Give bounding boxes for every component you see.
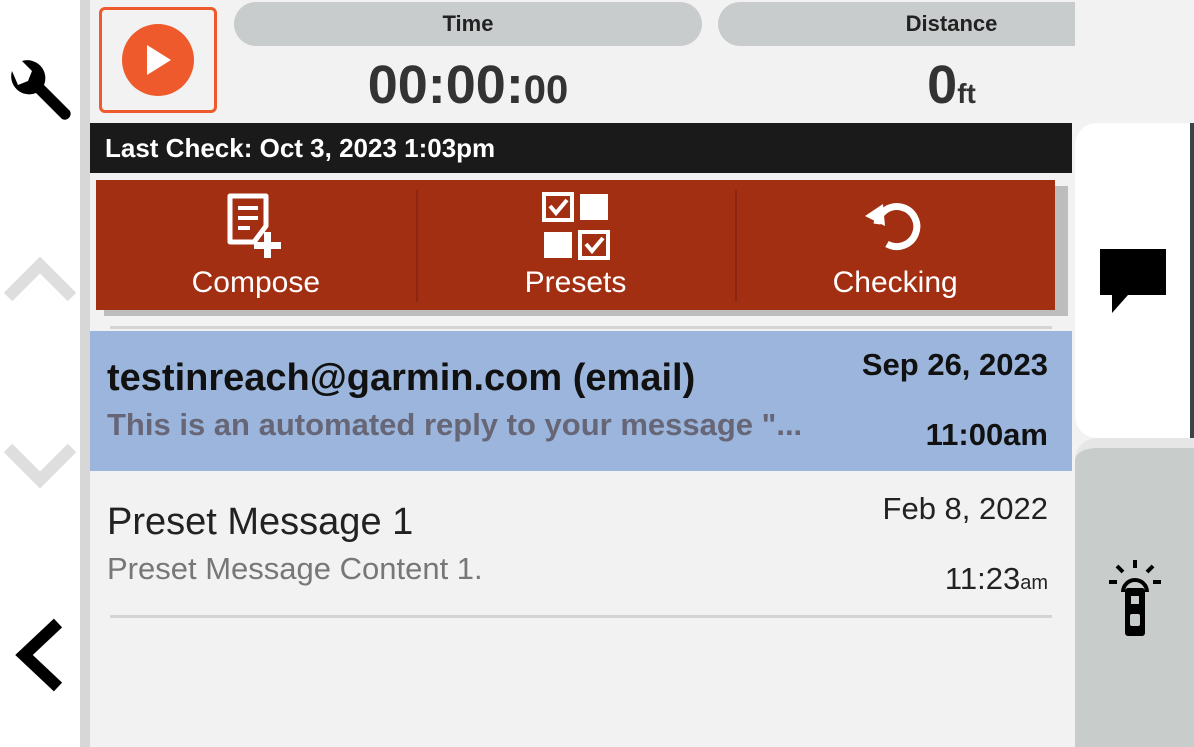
checking-label: Checking (832, 266, 958, 299)
message-date: Sep 26, 2023 (861, 347, 1048, 382)
device-flashlight-icon (1108, 559, 1161, 636)
message-sender: testinreach@garmin.com (email) (107, 357, 696, 399)
message-time: 11:00am (925, 417, 1048, 452)
rail-divider (80, 0, 90, 747)
compose-button[interactable]: Compose (96, 180, 416, 310)
tab-device[interactable] (1075, 438, 1194, 747)
message-preview: This is an automated reply to your messa… (107, 407, 803, 442)
chevron-up-icon (4, 256, 76, 302)
wrench-icon (11, 59, 71, 120)
chevron-left-icon (15, 618, 63, 692)
message-date: Feb 8, 2022 (882, 491, 1048, 526)
settings-button[interactable] (0, 45, 80, 140)
scroll-up-button[interactable] (0, 240, 80, 320)
time-value: 00:00: 00 (234, 54, 702, 115)
time-main: 00:00: (367, 55, 524, 115)
presets-icon (541, 192, 610, 260)
start-tracking-button[interactable] (99, 7, 217, 113)
time-seconds: 00 (523, 68, 569, 112)
time-label: Time (234, 2, 702, 46)
message-row[interactable]: Preset Message 1 Preset Message Content … (90, 475, 1072, 615)
main-panel: Time 00:00: 00 Distance 0 ft Last Check: O… (90, 0, 1185, 747)
list-divider (110, 615, 1052, 618)
chevron-down-icon (4, 443, 76, 489)
play-icon (122, 24, 194, 96)
message-row[interactable]: testinreach@garmin.com (email) This is a… (90, 331, 1072, 471)
message-preview: Preset Message Content 1. (107, 551, 483, 586)
message-sender: Preset Message 1 (107, 501, 414, 543)
compose-icon (227, 193, 281, 258)
last-check-bar: Last Check: Oct 3, 2023 1:03pm (90, 123, 1072, 173)
left-rail (0, 0, 80, 747)
distance-unit: ft (957, 78, 976, 109)
message-time-main: 11:23 (944, 561, 1021, 596)
chat-bubble-icon (1099, 248, 1166, 313)
checking-button[interactable]: Checking (735, 180, 1055, 310)
back-button[interactable] (0, 610, 80, 700)
list-divider (110, 326, 1052, 329)
compose-label: Compose (191, 266, 321, 299)
action-bar: Compose Presets Checking (96, 180, 1055, 310)
presets-label: Presets (524, 266, 627, 299)
distance-number: 0 (927, 55, 958, 115)
message-time-suffix: am (1020, 572, 1048, 594)
scroll-down-button[interactable] (0, 425, 80, 505)
refresh-icon (865, 203, 921, 251)
message-time: 11:23am (945, 561, 1048, 597)
tab-messages[interactable] (1075, 123, 1194, 438)
presets-button[interactable]: Presets (415, 180, 736, 310)
